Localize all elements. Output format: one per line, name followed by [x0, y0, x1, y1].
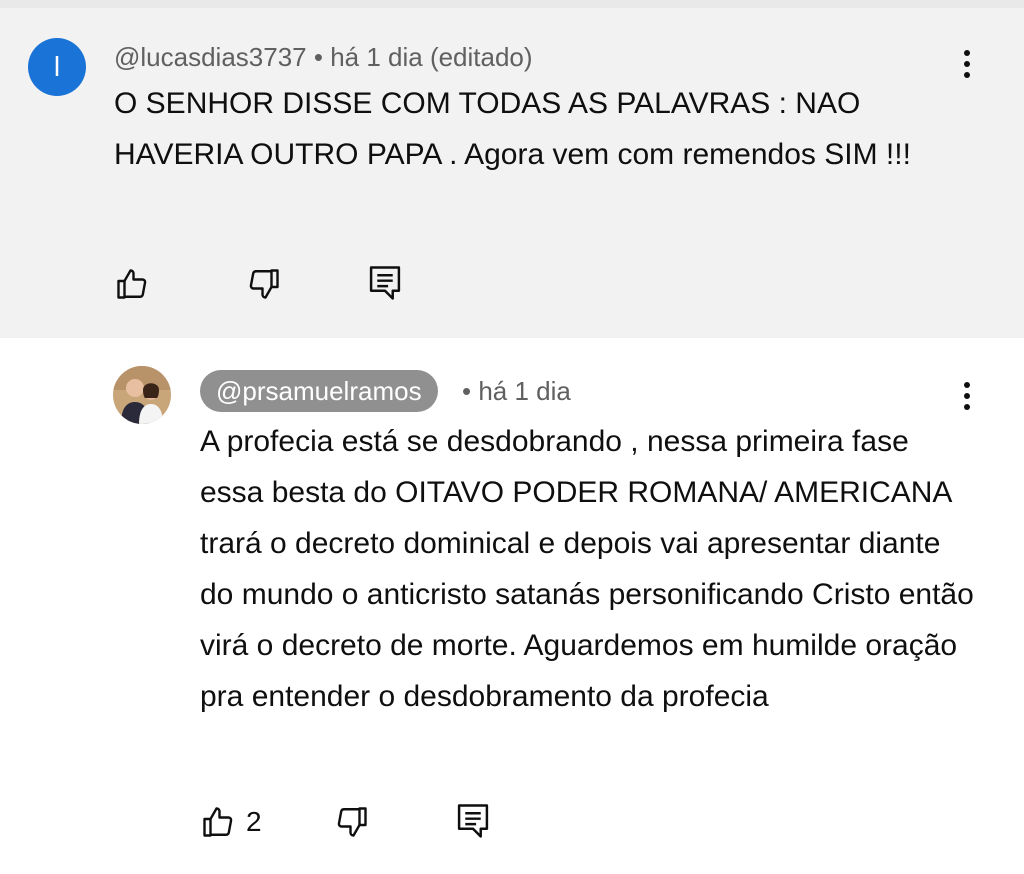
- reply-comment-icon: [457, 804, 489, 838]
- thumbs-up-icon: [117, 269, 147, 299]
- profile-photo: [113, 366, 171, 424]
- comment-text: A profecia está se desdobrando , nessa p…: [200, 425, 974, 713]
- reply-comment-icon: [369, 266, 401, 300]
- avatar[interactable]: [113, 366, 171, 424]
- more-vertical-icon[interactable]: [960, 50, 974, 86]
- like-button[interactable]: [200, 804, 236, 845]
- thumbs-down-icon: [337, 807, 367, 837]
- comment-header: @lucasdias3737 • há 1 dia (editado): [114, 42, 533, 73]
- thumbs-down-icon: [249, 269, 279, 299]
- comment-time: • há 1 dia (editado): [306, 42, 533, 72]
- avatar-letter: l: [53, 51, 61, 82]
- reply-button[interactable]: [368, 264, 402, 307]
- comment-time: • há 1 dia: [462, 376, 571, 406]
- dislike-button[interactable]: [334, 804, 370, 845]
- thumbs-up-icon: [203, 807, 233, 837]
- reply-button[interactable]: [456, 802, 490, 845]
- author-handle[interactable]: @lucasdias3737: [114, 42, 307, 72]
- top-divider: [0, 0, 1024, 8]
- dislike-button[interactable]: [246, 266, 282, 307]
- author-handle-chip[interactable]: @prsamuelramos: [200, 370, 438, 412]
- like-button[interactable]: [114, 266, 150, 307]
- avatar[interactable]: l: [28, 38, 86, 96]
- more-vertical-icon[interactable]: [960, 382, 974, 418]
- comment-text: O SENHOR DISSE COM TODAS AS PALAVRAS : N…: [114, 87, 911, 171]
- like-count: 2: [246, 806, 262, 837]
